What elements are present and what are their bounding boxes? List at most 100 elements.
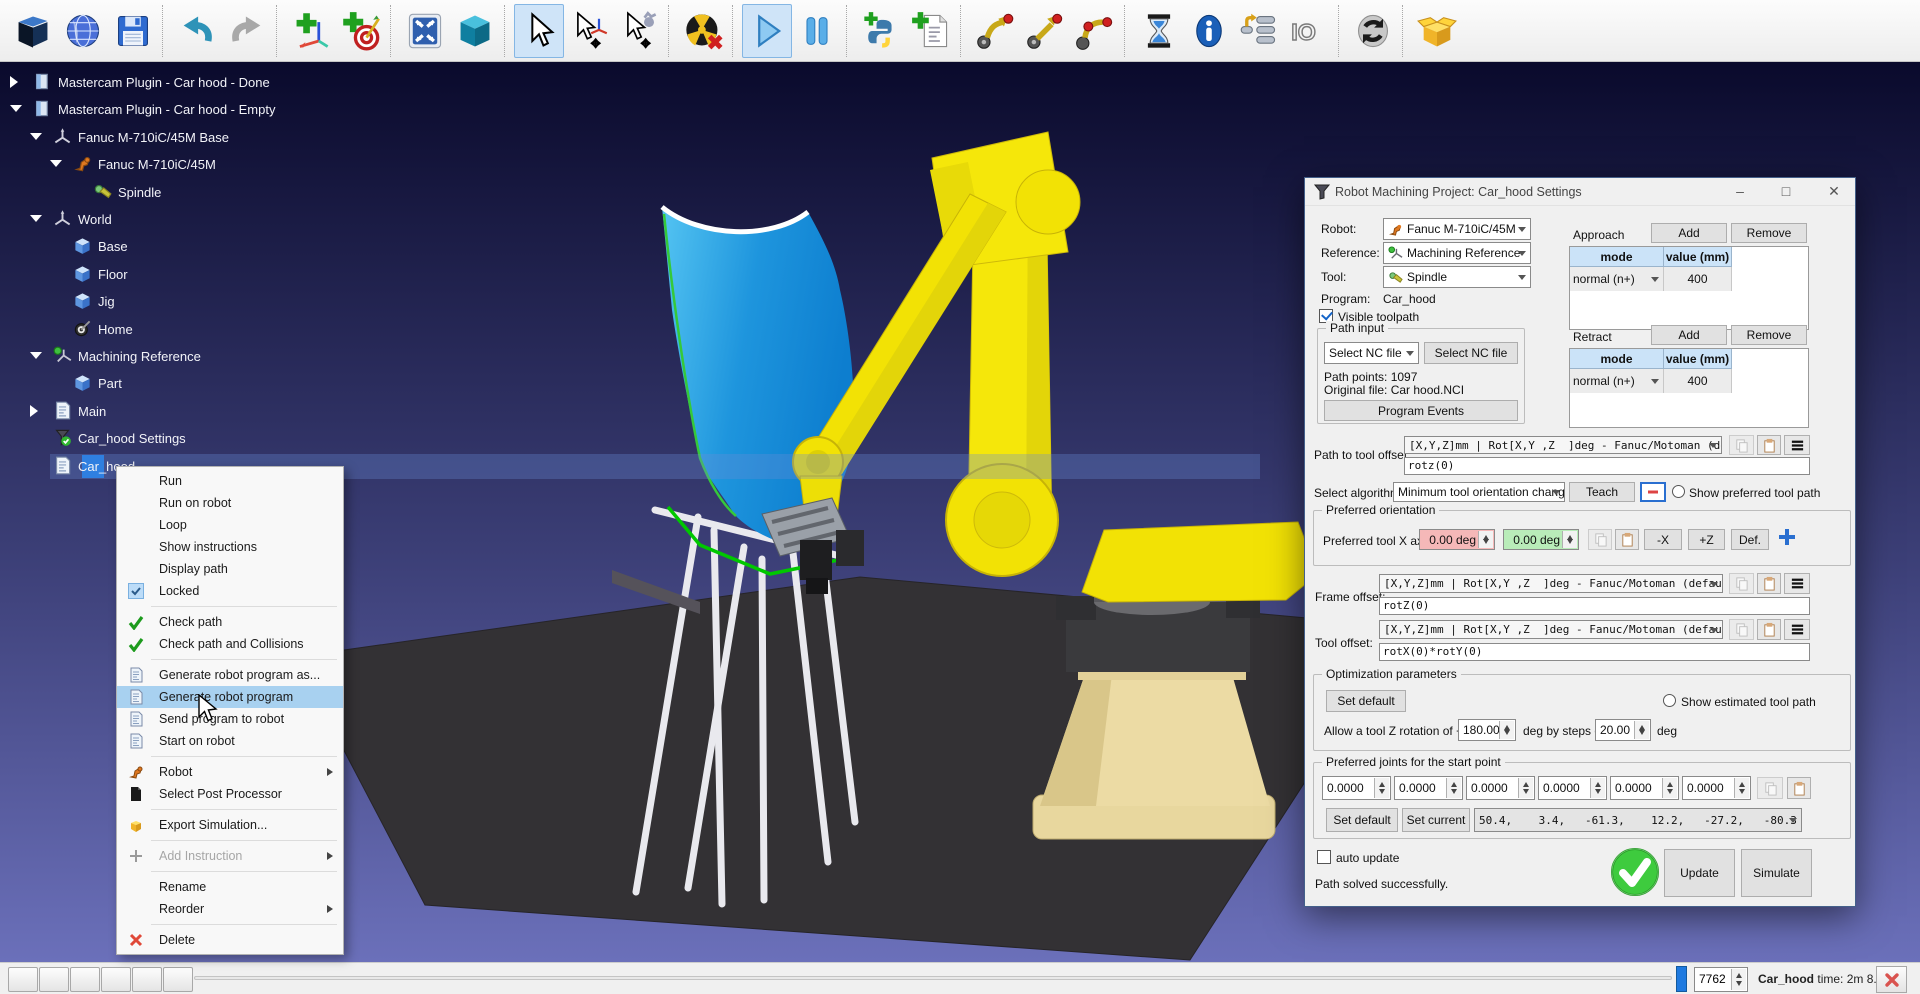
menu-item-check-path-and-collisions[interactable]: Check path and Collisions [117,633,343,655]
approach-mode-select[interactable]: normal (n+) [1570,267,1664,291]
menu-item-generate-robot-program[interactable]: Generate robot program [117,686,343,708]
tree-expander-icon[interactable] [10,105,22,112]
move-joint-instruction-button[interactable] [970,4,1020,58]
joint-5-spinner[interactable]: 0.0000 [1610,776,1679,800]
retract-remove-button[interactable]: Remove [1731,325,1807,345]
frame-offset-input[interactable]: rotZ(0) [1379,597,1810,615]
replay-button[interactable] [163,967,193,992]
menu-item-start-on-robot[interactable]: Start on robot [117,730,343,752]
dialog-titlebar[interactable]: Robot Machining Project: Car_hood Settin… [1305,178,1855,206]
tree-expander-icon[interactable] [30,405,38,417]
fit-view-button[interactable] [400,4,450,58]
tree-item-world[interactable]: World [0,206,360,233]
add-reference-frame-button[interactable] [286,4,336,58]
approach-remove-button[interactable]: Remove [1731,223,1807,243]
rotation-range-spinner[interactable]: 180.00 [1458,719,1516,741]
rotation-step-spinner[interactable]: 20.00 [1595,719,1651,741]
menu-item-loop[interactable]: Loop [117,514,343,536]
menu-item-send-program-to-robot[interactable]: Send program to robot [117,708,343,730]
tree-item-spindle[interactable]: Spindle [0,179,360,206]
tree-item-fanuc-m-710ic-45m[interactable]: Fanuc M-710iC/45M [0,151,360,178]
nc-file-select[interactable]: Select NC file [1324,342,1419,364]
play-button[interactable] [742,4,792,58]
teach-button[interactable]: Teach [1569,482,1635,502]
menu-item-reorder[interactable]: Reorder [117,898,343,920]
tree-item-base[interactable]: Base [0,233,360,260]
spinner-arrows-icon[interactable] [1518,778,1533,798]
add-orientation-button[interactable] [1777,527,1797,547]
close-button[interactable]: ✕ [1817,178,1851,205]
save-button[interactable] [108,4,158,58]
add-target-button[interactable] [336,4,386,58]
tree-item-car-hood-settings[interactable]: Car_hood Settings [0,425,360,452]
pause-button[interactable] [792,4,842,58]
move-circular-instruction-button[interactable] [1070,4,1120,58]
orientation-paste-button[interactable] [1615,529,1639,550]
path-offset-copy-button[interactable] [1729,435,1754,455]
frame-offset-format-select[interactable]: [X,Y,Z]mm | Rot[X,Y ,Z ]deg - Fanuc/Moto… [1379,574,1723,593]
simulate-button[interactable]: Simulate [1741,849,1812,897]
skip-to-start-button[interactable] [8,967,38,992]
spinner-arrows-icon[interactable] [1734,778,1749,798]
select-nc-file-button[interactable]: Select NC file [1424,342,1518,364]
update-button[interactable]: Update [1664,849,1735,897]
tree-item-home[interactable]: Home [0,316,360,343]
orientation-y-spinner[interactable]: 0.00 deg [1503,529,1579,550]
joint-3-spinner[interactable]: 0.0000 [1466,776,1535,800]
algorithm-select[interactable]: Minimum tool orientation change [1393,482,1565,502]
isometric-view-button[interactable] [450,4,500,58]
simulation-slider-track[interactable] [194,976,1672,980]
tool-offset-copy-button[interactable] [1729,619,1754,640]
fast-forward-button[interactable] [101,967,131,992]
tree-item-machining-reference[interactable]: Machining Reference [0,343,360,370]
menu-item-generate-robot-program-as-[interactable]: Generate robot program as... [117,664,343,686]
play-sim-button[interactable] [70,967,100,992]
tree-item-mastercam-plugin-car-hood-done[interactable]: Mastercam Plugin - Car hood - Done [0,69,360,96]
export-simulation-button[interactable] [1412,4,1462,58]
joints-set-current-button[interactable]: Set current [1402,808,1470,832]
tool-offset-input[interactable]: rotX(0)*rotY(0) [1379,643,1810,661]
tool-select[interactable]: Spindle [1383,266,1531,288]
joint-6-spinner[interactable]: 0.0000 [1682,776,1751,800]
menu-item-add-instruction[interactable]: Add Instruction [117,845,343,867]
orientation-x-spinner[interactable]: 0.00 deg [1419,529,1495,550]
program-events-button[interactable]: Program Events [1324,400,1518,421]
move-linear-instruction-button[interactable] [1020,4,1070,58]
tool-offset-menu-button[interactable] [1784,619,1810,640]
approach-add-button[interactable]: Add [1651,223,1727,243]
tree-item-main[interactable]: Main [0,398,360,425]
path-offset-format-select[interactable]: [X,Y,Z]mm | Rot[X,Y ,Z ]deg - Fanuc/Moto… [1404,436,1722,454]
plus-z-button[interactable]: +Z [1688,529,1725,550]
optimization-set-default-button[interactable]: Set default [1326,690,1406,712]
tree-item-fanuc-m-710ic-45m-base[interactable]: Fanuc M-710iC/45M Base [0,124,360,151]
frame-offset-paste-button[interactable] [1757,573,1781,594]
minimize-button[interactable]: – [1723,178,1757,205]
open-file-button[interactable] [8,4,58,58]
collision-check-button[interactable] [678,4,728,58]
skip-to-end-button[interactable] [132,967,162,992]
menu-item-delete[interactable]: Delete [117,929,343,951]
tool-offset-paste-button[interactable] [1757,619,1781,640]
def-button[interactable]: Def. [1731,529,1769,550]
tree-expander-icon[interactable] [50,160,62,167]
frame-spinner[interactable]: 7762 [1694,967,1748,992]
spinner-arrows-icon[interactable] [1478,531,1493,548]
spinner-arrows-icon[interactable] [1374,778,1389,798]
frame-offset-menu-button[interactable] [1784,573,1810,594]
menu-item-rename[interactable]: Rename [117,876,343,898]
add-program-button[interactable] [906,4,956,58]
menu-item-export-simulation-[interactable]: Export Simulation... [117,814,343,836]
undo-button[interactable] [172,4,222,58]
program-info-button[interactable] [1184,4,1234,58]
path-offset-menu-button[interactable] [1784,435,1810,455]
select-cursor-button[interactable] [514,4,564,58]
wait-instruction-button[interactable] [1134,4,1184,58]
menu-item-check-path[interactable]: Check path [117,611,343,633]
spinner-arrows-icon[interactable] [1662,778,1677,798]
spinner-arrows-icon[interactable] [1562,531,1577,548]
menu-item-locked[interactable]: Locked [117,580,343,602]
spinner-arrows-icon[interactable] [1590,778,1605,798]
stop-close-button[interactable] [1876,966,1907,993]
menu-item-robot[interactable]: Robot [117,761,343,783]
tree-expander-icon[interactable] [30,133,42,140]
